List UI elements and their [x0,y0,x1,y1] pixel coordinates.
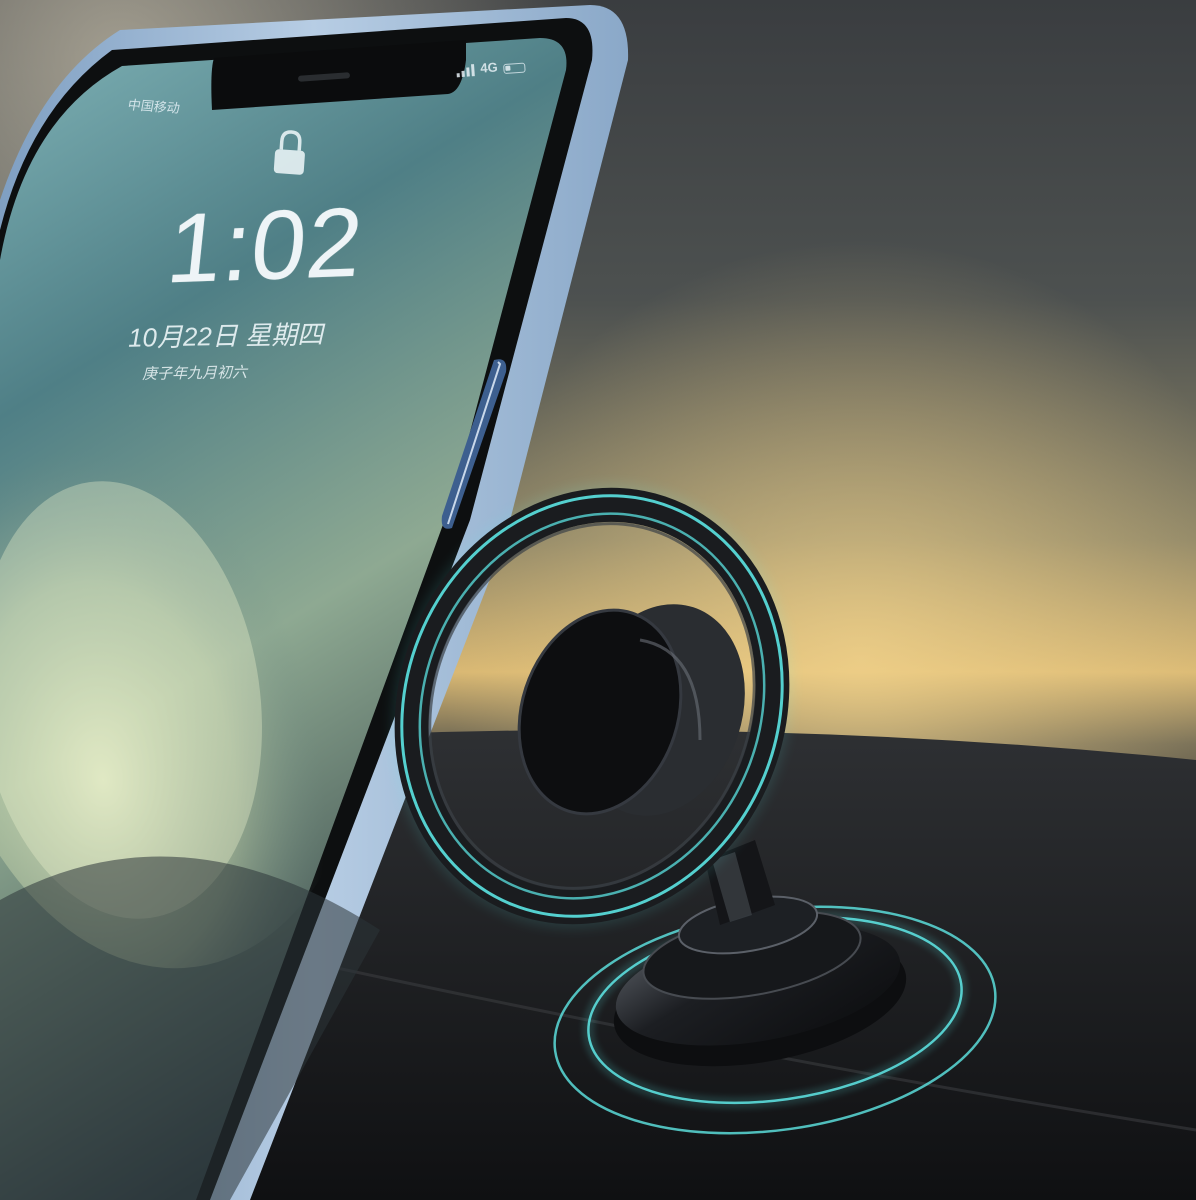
product-photo [0,0,1196,1200]
